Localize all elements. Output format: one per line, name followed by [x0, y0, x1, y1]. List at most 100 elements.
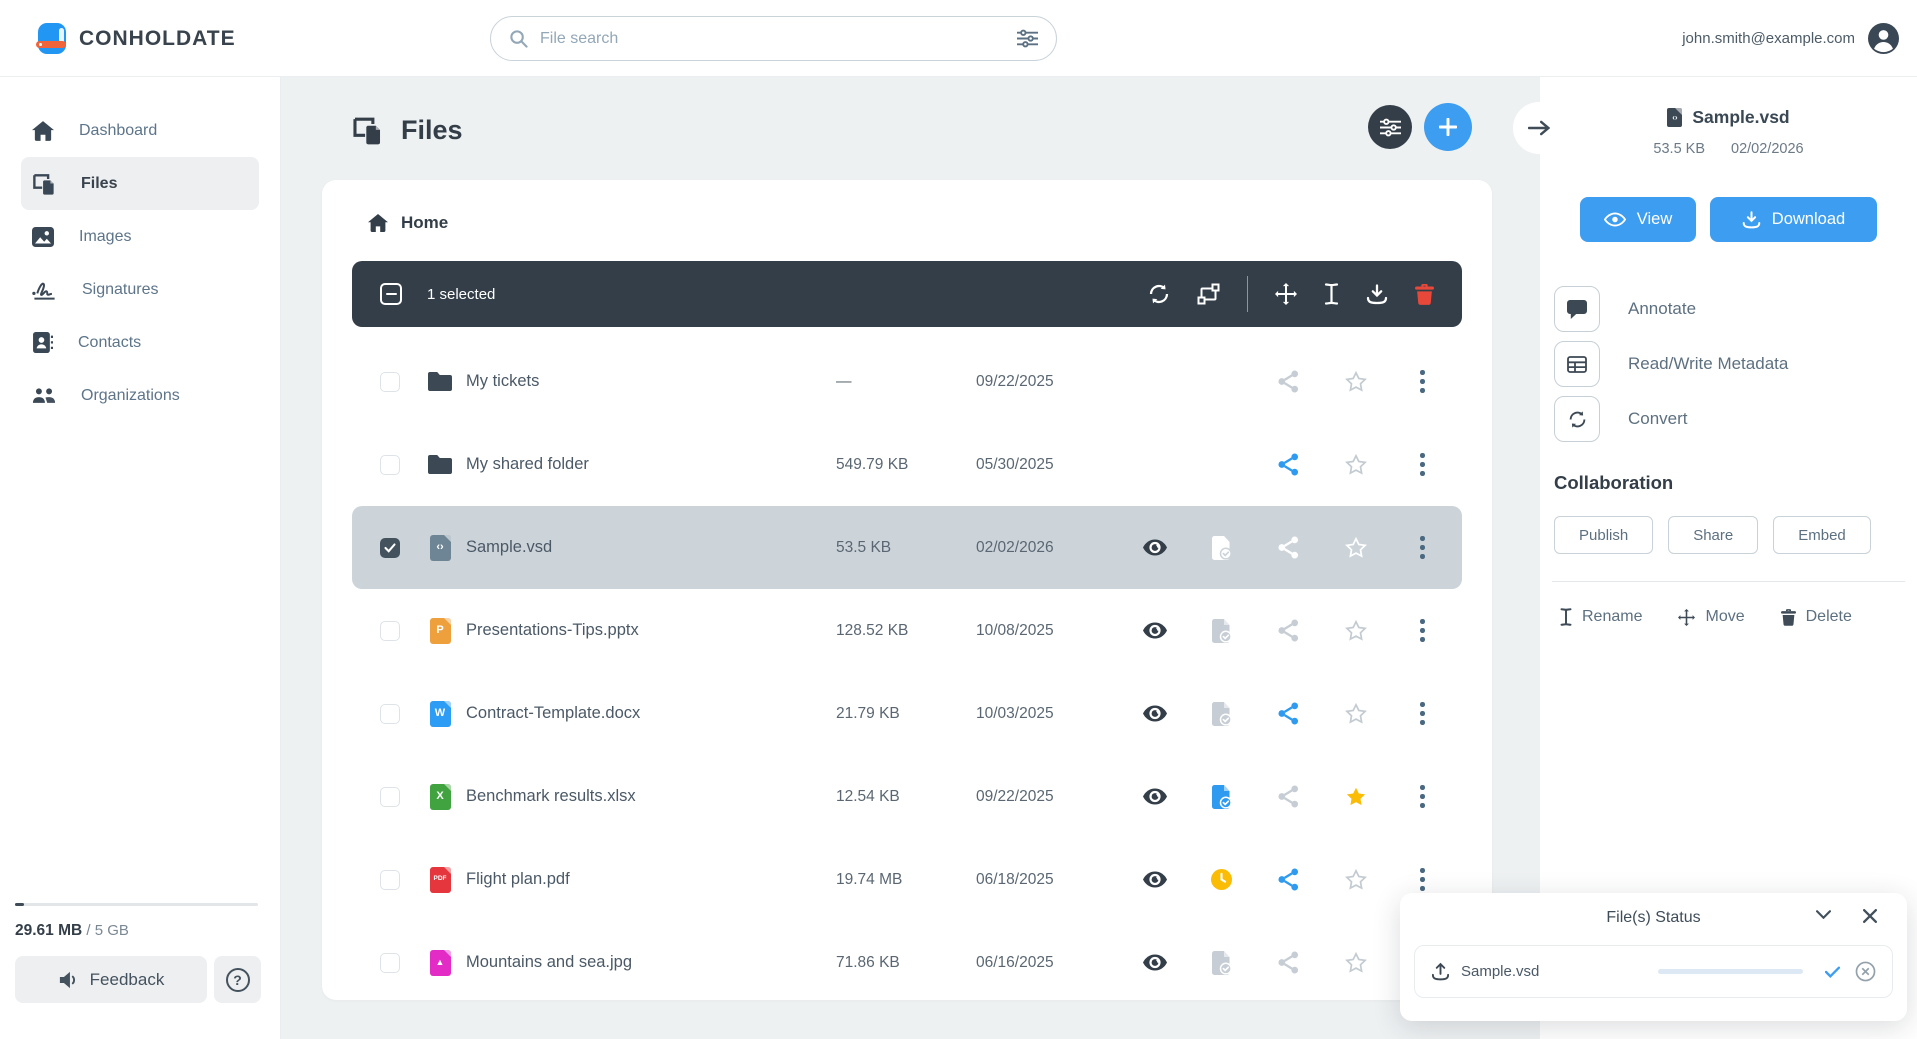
divider — [1552, 581, 1905, 582]
favorite-star-icon[interactable] — [1344, 620, 1367, 641]
avatar[interactable] — [1868, 23, 1899, 54]
preview-eye-icon[interactable] — [1142, 622, 1167, 639]
favorite-star-icon[interactable] — [1345, 786, 1367, 807]
rename-action[interactable]: Rename — [1560, 608, 1642, 626]
table-row[interactable]: P Presentations-Tips.pptx 128.52 KB 10/0… — [352, 589, 1462, 672]
help-button[interactable]: ? — [214, 956, 261, 1003]
row-checkbox[interactable] — [380, 869, 400, 890]
share-button[interactable]: Share — [1668, 516, 1759, 554]
kebab-menu-icon[interactable] — [1420, 866, 1425, 893]
share-icon[interactable] — [1278, 951, 1299, 974]
favorite-star-icon[interactable] — [1344, 952, 1367, 973]
kebab-menu-icon[interactable] — [1420, 368, 1425, 395]
file-status-icon[interactable] — [1211, 618, 1232, 643]
kebab-menu-icon[interactable] — [1420, 700, 1425, 727]
sidebar-item-dashboard[interactable]: Dashboard — [21, 104, 259, 157]
row-checkbox[interactable] — [380, 371, 400, 392]
row-checkbox[interactable] — [380, 537, 400, 558]
table-row[interactable]: My tickets — 09/22/2025 — [352, 340, 1462, 423]
table-row[interactable]: ‹› Sample.vsd 53.5 KB 02/02/2026 — [352, 506, 1462, 589]
collapse-panel-button[interactable] — [1513, 102, 1565, 154]
file-name[interactable]: Presentations-Tips.pptx — [466, 621, 836, 640]
search-input[interactable] — [540, 29, 1005, 48]
close-icon[interactable] — [1863, 909, 1877, 923]
convert-button[interactable] — [1554, 396, 1600, 442]
file-name[interactable]: Benchmark results.xlsx — [466, 787, 836, 806]
publish-button[interactable]: Publish — [1554, 516, 1654, 554]
kebab-menu-icon[interactable] — [1420, 783, 1425, 810]
download-button[interactable]: Download — [1710, 197, 1877, 242]
transform-icon[interactable] — [1197, 283, 1220, 305]
favorite-star-icon[interactable] — [1344, 454, 1367, 475]
breadcrumb-home[interactable]: Home — [352, 210, 1462, 236]
sidebar-item-contacts[interactable]: Contacts — [21, 316, 259, 369]
download-icon[interactable] — [1366, 283, 1388, 305]
share-icon[interactable] — [1278, 536, 1299, 559]
file-status-icon[interactable] — [1211, 869, 1232, 890]
share-icon[interactable] — [1278, 868, 1299, 891]
sidebar-item-organizations[interactable]: Organizations — [21, 369, 259, 422]
cancel-circle-x-icon[interactable] — [1855, 961, 1876, 982]
chevron-down-icon[interactable] — [1816, 910, 1831, 919]
file-name[interactable]: Flight plan.pdf — [466, 870, 836, 889]
table-row[interactable]: X Benchmark results.xlsx 12.54 KB 09/22/… — [352, 755, 1462, 838]
sidebar-item-images[interactable]: Images — [21, 210, 259, 263]
table-row[interactable]: PDF Flight plan.pdf 19.74 MB 06/18/2025 — [352, 838, 1462, 921]
preview-eye-icon[interactable] — [1142, 871, 1167, 888]
file-name[interactable]: My shared folder — [466, 455, 836, 474]
preview-eye-icon[interactable] — [1142, 539, 1167, 556]
file-name[interactable]: Contract-Template.docx — [466, 704, 836, 723]
file-status-icon[interactable] — [1211, 535, 1232, 560]
refresh-icon[interactable] — [1148, 283, 1170, 305]
annotate-button[interactable] — [1554, 286, 1600, 332]
row-checkbox[interactable] — [380, 454, 400, 475]
add-file-button[interactable] — [1424, 103, 1472, 151]
file-status-icon[interactable] — [1211, 701, 1232, 726]
favorite-star-icon[interactable] — [1344, 869, 1367, 890]
conholdate-logo[interactable]: CONHOLDATE — [36, 0, 236, 77]
move-icon[interactable] — [1275, 283, 1297, 305]
row-checkbox[interactable] — [380, 952, 400, 973]
feedback-button[interactable]: Feedback — [15, 956, 207, 1003]
preview-eye-icon[interactable] — [1142, 788, 1167, 805]
file-name[interactable]: My tickets — [466, 372, 836, 391]
embed-button[interactable]: Embed — [1773, 516, 1871, 554]
view-button[interactable]: View — [1580, 197, 1696, 242]
sidebar-item-files[interactable]: Files — [21, 157, 259, 210]
kebab-menu-icon[interactable] — [1420, 534, 1425, 561]
share-icon[interactable] — [1278, 619, 1299, 642]
table-row[interactable]: My shared folder 549.79 KB 05/30/2025 — [352, 423, 1462, 506]
preview-eye-icon[interactable] — [1142, 705, 1167, 722]
sidebar-item-signatures[interactable]: Signatures — [21, 263, 259, 316]
share-icon[interactable] — [1278, 785, 1299, 808]
question-icon: ? — [225, 967, 250, 992]
preview-eye-icon[interactable] — [1142, 954, 1167, 971]
move-action[interactable]: Move — [1678, 608, 1745, 626]
favorite-star-icon[interactable] — [1344, 371, 1367, 392]
list-filter-button[interactable] — [1368, 105, 1412, 149]
kebab-menu-icon[interactable] — [1420, 617, 1425, 644]
select-all-checkbox[interactable] — [380, 283, 402, 305]
move-icon — [1678, 608, 1696, 626]
favorite-star-icon[interactable] — [1344, 537, 1367, 558]
row-checkbox[interactable] — [380, 703, 400, 724]
share-icon[interactable] — [1278, 370, 1299, 393]
table-row[interactable]: W Contract-Template.docx 21.79 KB 10/03/… — [352, 672, 1462, 755]
row-checkbox[interactable] — [380, 786, 400, 807]
table-row[interactable]: ▲ Mountains and sea.jpg 71.86 KB 06/16/2… — [352, 921, 1462, 1004]
favorite-star-icon[interactable] — [1344, 703, 1367, 724]
delete-trash-icon[interactable] — [1415, 283, 1434, 305]
rename-icon[interactable] — [1324, 283, 1339, 305]
file-name[interactable]: Mountains and sea.jpg — [466, 953, 836, 972]
share-icon[interactable] — [1278, 702, 1299, 725]
metadata-button[interactable] — [1554, 341, 1600, 387]
file-name[interactable]: Sample.vsd — [466, 538, 836, 557]
search-icon — [509, 29, 528, 48]
file-status-icon[interactable] — [1211, 784, 1232, 809]
kebab-menu-icon[interactable] — [1420, 451, 1425, 478]
file-status-icon[interactable] — [1211, 950, 1232, 975]
delete-action[interactable]: Delete — [1780, 608, 1852, 626]
row-checkbox[interactable] — [380, 620, 400, 641]
search-filter-sliders-icon[interactable] — [1017, 29, 1038, 48]
share-icon[interactable] — [1278, 453, 1299, 476]
